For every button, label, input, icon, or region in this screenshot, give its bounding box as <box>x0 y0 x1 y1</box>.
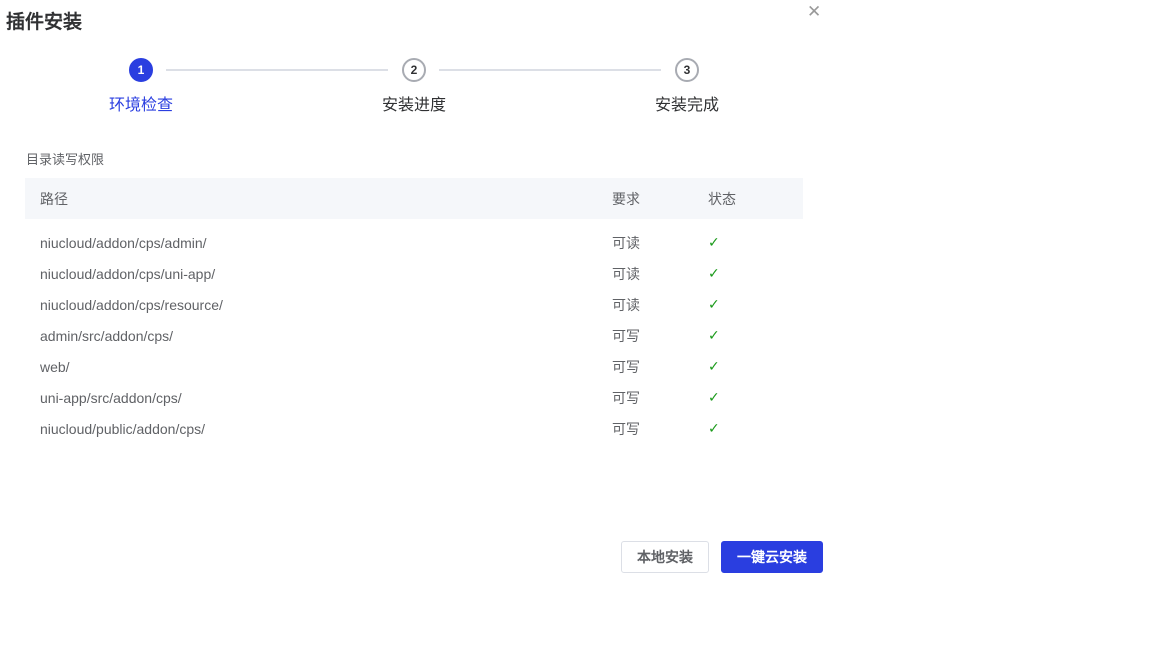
step-connector <box>166 69 388 71</box>
step-connector <box>439 69 661 71</box>
step-1-circle: 1 <box>129 58 153 82</box>
requirement-cell: 可写 <box>612 358 640 375</box>
table-row: admin/src/addon/cps/可写 ✓ <box>25 320 803 351</box>
table-row: uni-app/src/addon/cps/可写 ✓ <box>25 382 803 413</box>
path-cell: uni-app/src/addon/cps/ <box>40 389 182 406</box>
path-cell: web/ <box>40 358 70 375</box>
table-row: niucloud/addon/cps/uni-app/可读 ✓ <box>25 258 803 289</box>
step-2-label: 安装进度 <box>381 97 447 114</box>
check-icon: ✓ <box>708 358 720 374</box>
step-3-label: 安装完成 <box>654 97 720 114</box>
check-icon: ✓ <box>708 389 720 405</box>
header-requirement: 要求 <box>612 178 708 219</box>
close-icon[interactable]: ✕ <box>807 2 821 22</box>
path-cell: admin/src/addon/cps/ <box>40 327 174 344</box>
check-icon: ✓ <box>708 327 720 343</box>
requirement-cell: 可写 <box>612 389 640 406</box>
table-row: niucloud/addon/cps/resource/可读 ✓ <box>25 289 803 320</box>
requirement-cell: 可写 <box>612 327 640 344</box>
check-icon: ✓ <box>708 420 720 436</box>
requirement-cell: 可读 <box>612 234 640 251</box>
cloud-install-button[interactable]: 一键云安装 <box>721 541 823 573</box>
path-cell: niucloud/addon/cps/resource/ <box>40 296 223 313</box>
section-title: 目录读写权限 <box>26 152 105 167</box>
table-row: niucloud/public/addon/cps/可写 ✓ <box>25 413 803 444</box>
check-icon: ✓ <box>708 296 720 312</box>
table-row: web/可写 ✓ <box>25 351 803 382</box>
header-status: 状态 <box>708 178 803 219</box>
table-row: niucloud/addon/cps/admin/可读 ✓ <box>25 219 803 258</box>
dialog-title: 插件安装 <box>6 12 83 33</box>
requirement-cell: 可读 <box>612 296 640 313</box>
local-install-button[interactable]: 本地安装 <box>621 541 709 573</box>
path-cell: niucloud/public/addon/cps/ <box>40 420 206 437</box>
check-icon: ✓ <box>708 265 720 281</box>
permissions-table: 路径 要求 状态 niucloud/addon/cps/admin/可读 ✓ niu… <box>25 178 803 444</box>
step-1-label: 环境检查 <box>108 97 174 114</box>
table-header: 路径 要求 状态 <box>25 178 803 219</box>
step-3-circle: 3 <box>675 58 699 82</box>
path-cell: niucloud/addon/cps/admin/ <box>40 234 207 251</box>
path-cell: niucloud/addon/cps/uni-app/ <box>40 265 216 282</box>
header-path: 路径 <box>25 178 612 219</box>
step-2-circle: 2 <box>402 58 426 82</box>
requirement-cell: 可读 <box>612 265 640 282</box>
requirement-cell: 可写 <box>612 420 640 437</box>
check-icon: ✓ <box>708 234 720 250</box>
